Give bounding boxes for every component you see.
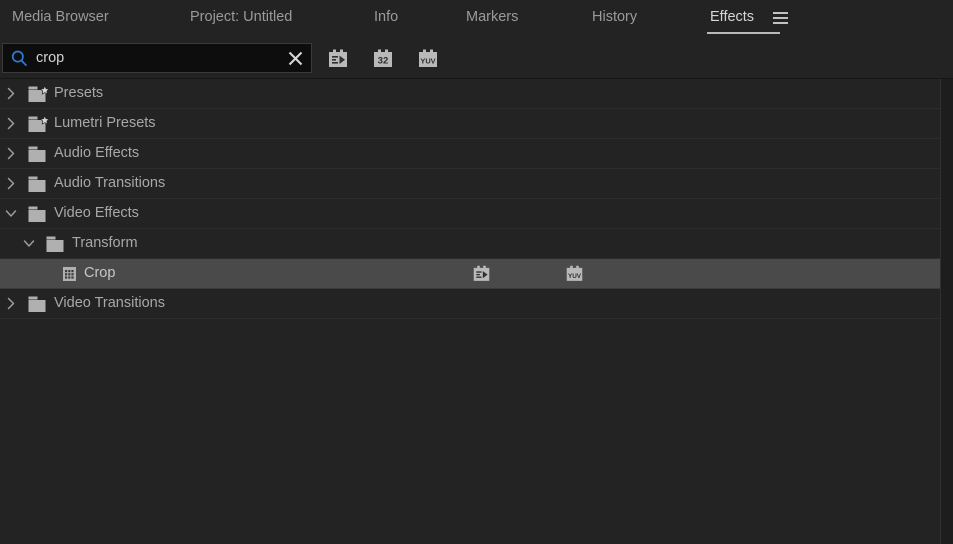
tree-row[interactable]: Video Effects [0, 199, 941, 229]
yuv-color-badge: YUV [565, 264, 584, 283]
chevron-right-icon[interactable] [4, 289, 18, 318]
preset-folder-icon [27, 115, 51, 133]
hamburger-menu-icon[interactable] [773, 12, 788, 25]
tab-label: History [592, 9, 638, 25]
effects-tree-rows: Presets Lumetri Presets Audio Effects Audio… [0, 79, 941, 319]
effects-tree-list: Presets Lumetri Presets Audio Effects Audio… [0, 78, 953, 544]
accelerated-effects-filter[interactable] [327, 48, 349, 69]
chevron-down-icon[interactable] [4, 199, 18, 228]
tree-row[interactable]: Presets [0, 79, 941, 109]
search-row: 32 YUV [0, 38, 953, 78]
tab-media-browser[interactable]: Media Browser [12, 0, 109, 38]
close-icon[interactable] [286, 49, 305, 68]
panel-tab-bar: Media Browser Project: Untitled Info Marker… [0, 0, 953, 39]
tree-row-label: Crop [84, 265, 116, 281]
tab-label: Info [374, 9, 399, 25]
tree-row[interactable]: Audio Transitions [0, 169, 941, 199]
folder-icon [27, 176, 51, 193]
32-bit-color-filter[interactable]: 32 [372, 48, 394, 69]
search-field[interactable] [2, 43, 312, 73]
tree-row[interactable]: Lumetri Presets [0, 109, 941, 139]
effects-panel: Media Browser Project: Untitled Info Marker… [0, 0, 953, 544]
folder-icon [45, 236, 69, 253]
search-icon [11, 50, 28, 67]
folder-icon [27, 206, 51, 223]
effect-filmstrip-icon [62, 266, 77, 282]
active-tab-underline [707, 32, 781, 34]
chevron-right-icon[interactable] [4, 139, 18, 168]
chevron-right-icon[interactable] [4, 109, 18, 138]
tab-markers[interactable]: Markers [466, 0, 518, 38]
tab-label: Project: Untitled [190, 9, 293, 25]
tree-row-label: Presets [54, 85, 104, 101]
tab-label: Markers [466, 9, 519, 25]
search-input[interactable] [36, 44, 277, 72]
yuv-color-filter[interactable]: YUV [417, 48, 439, 69]
tab-label: Effects [710, 9, 755, 25]
chevron-right-icon[interactable] [4, 79, 18, 108]
folder-icon [27, 296, 51, 313]
tab-history[interactable]: History [592, 0, 637, 38]
chevron-down-icon[interactable] [22, 229, 36, 258]
tree-row-label: Lumetri Presets [54, 115, 156, 131]
chevron-right-icon[interactable] [4, 169, 18, 198]
tree-row[interactable]: Audio Effects [0, 139, 941, 169]
tree-row[interactable]: Video Transitions [0, 289, 941, 319]
svg-text:32: 32 [378, 56, 389, 67]
accelerated-effects-badge [472, 264, 491, 283]
tab-info[interactable]: Info [374, 0, 398, 38]
svg-text:YUV: YUV [568, 273, 582, 280]
tree-row-label: Transform [72, 235, 138, 251]
scrollbar-gutter[interactable] [940, 79, 953, 544]
tree-row-label: Audio Effects [54, 145, 140, 161]
tree-row-label: Video Transitions [54, 295, 165, 311]
folder-icon [27, 146, 51, 163]
tree-row[interactable]: Crop YUV [0, 259, 941, 289]
tree-row-label: Video Effects [54, 205, 139, 221]
tab-label: Media Browser [12, 9, 109, 25]
preset-folder-icon [27, 85, 51, 103]
tree-row[interactable]: Transform [0, 229, 941, 259]
tab-effects[interactable]: Effects [707, 0, 781, 38]
svg-text:YUV: YUV [420, 57, 435, 66]
tab-project-untitled[interactable]: Project: Untitled [190, 0, 292, 38]
tree-row-label: Audio Transitions [54, 175, 166, 191]
